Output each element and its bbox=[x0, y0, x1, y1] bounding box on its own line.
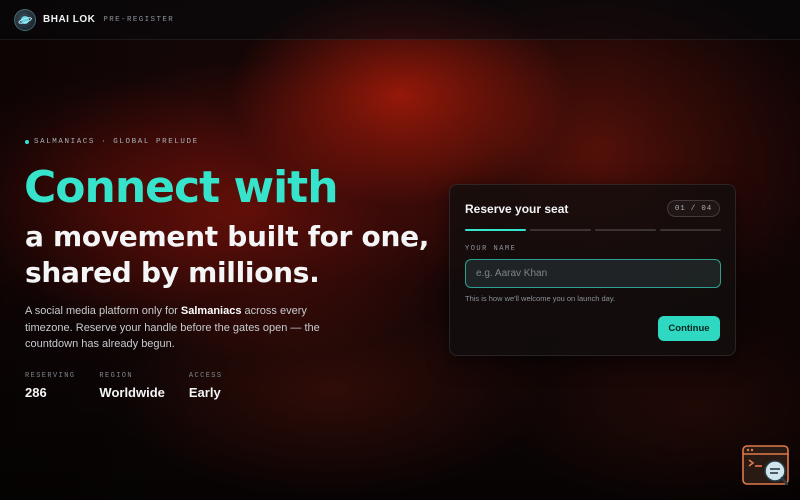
name-field-label: YOUR NAME bbox=[465, 245, 517, 253]
planet-icon[interactable] bbox=[14, 8, 36, 31]
stat-value: Early bbox=[188, 385, 221, 400]
hero-description: A social media platform only for Salmani… bbox=[25, 303, 325, 353]
card-title: Reserve your seat bbox=[465, 202, 569, 216]
name-field-hint: This is how we'll welcome you on launch … bbox=[465, 294, 616, 303]
step-progress-bar bbox=[465, 229, 721, 231]
brand-name[interactable]: BHAI LOK bbox=[43, 14, 95, 25]
hero-headline: a movement built for one, shared by mill… bbox=[25, 219, 429, 291]
stats-row: RESERVING 286 REGION Worldwide ACCESS Ea… bbox=[25, 372, 247, 400]
reserve-seat-card: Reserve your seat 01 / 04 YOUR NAME This… bbox=[449, 184, 736, 356]
stat-region: REGION Worldwide bbox=[99, 372, 164, 400]
progress-segment bbox=[660, 229, 721, 231]
description-text-start: A social media platform only for bbox=[25, 305, 181, 317]
stat-value: 286 bbox=[25, 385, 47, 400]
terminal-search-icon[interactable] bbox=[742, 445, 789, 487]
stat-access: ACCESS Early bbox=[189, 372, 223, 400]
hero-headline-line-3: shared by millions. bbox=[25, 256, 320, 289]
continue-button[interactable]: Continue bbox=[658, 316, 720, 341]
progress-segment bbox=[530, 229, 591, 231]
stat-label: RESERVING bbox=[25, 372, 76, 380]
step-indicator-badge: 01 / 04 bbox=[666, 200, 720, 217]
hero-headline-line-2: a movement built for one, bbox=[25, 220, 430, 253]
description-highlight: Salmaniacs bbox=[180, 305, 242, 317]
pre-register-tag: PRE-REGISTER bbox=[103, 15, 175, 24]
progress-segment bbox=[465, 229, 526, 231]
name-input[interactable] bbox=[465, 259, 721, 288]
top-bar: BHAI LOK PRE-REGISTER bbox=[0, 0, 800, 40]
status-dot-icon bbox=[25, 140, 29, 144]
stat-value: Worldwide bbox=[99, 385, 165, 400]
progress-segment bbox=[595, 229, 656, 231]
hero-headline-accent: Connect with bbox=[24, 162, 339, 213]
eyebrow-text: SALMANIACS · GLOBAL PRELUDE bbox=[34, 138, 199, 146]
stat-reserving: RESERVING 286 bbox=[25, 372, 75, 400]
hero-eyebrow: SALMANIACS · GLOBAL PRELUDE bbox=[25, 138, 199, 146]
stat-label: ACCESS bbox=[188, 372, 223, 380]
stat-label: REGION bbox=[99, 372, 134, 380]
